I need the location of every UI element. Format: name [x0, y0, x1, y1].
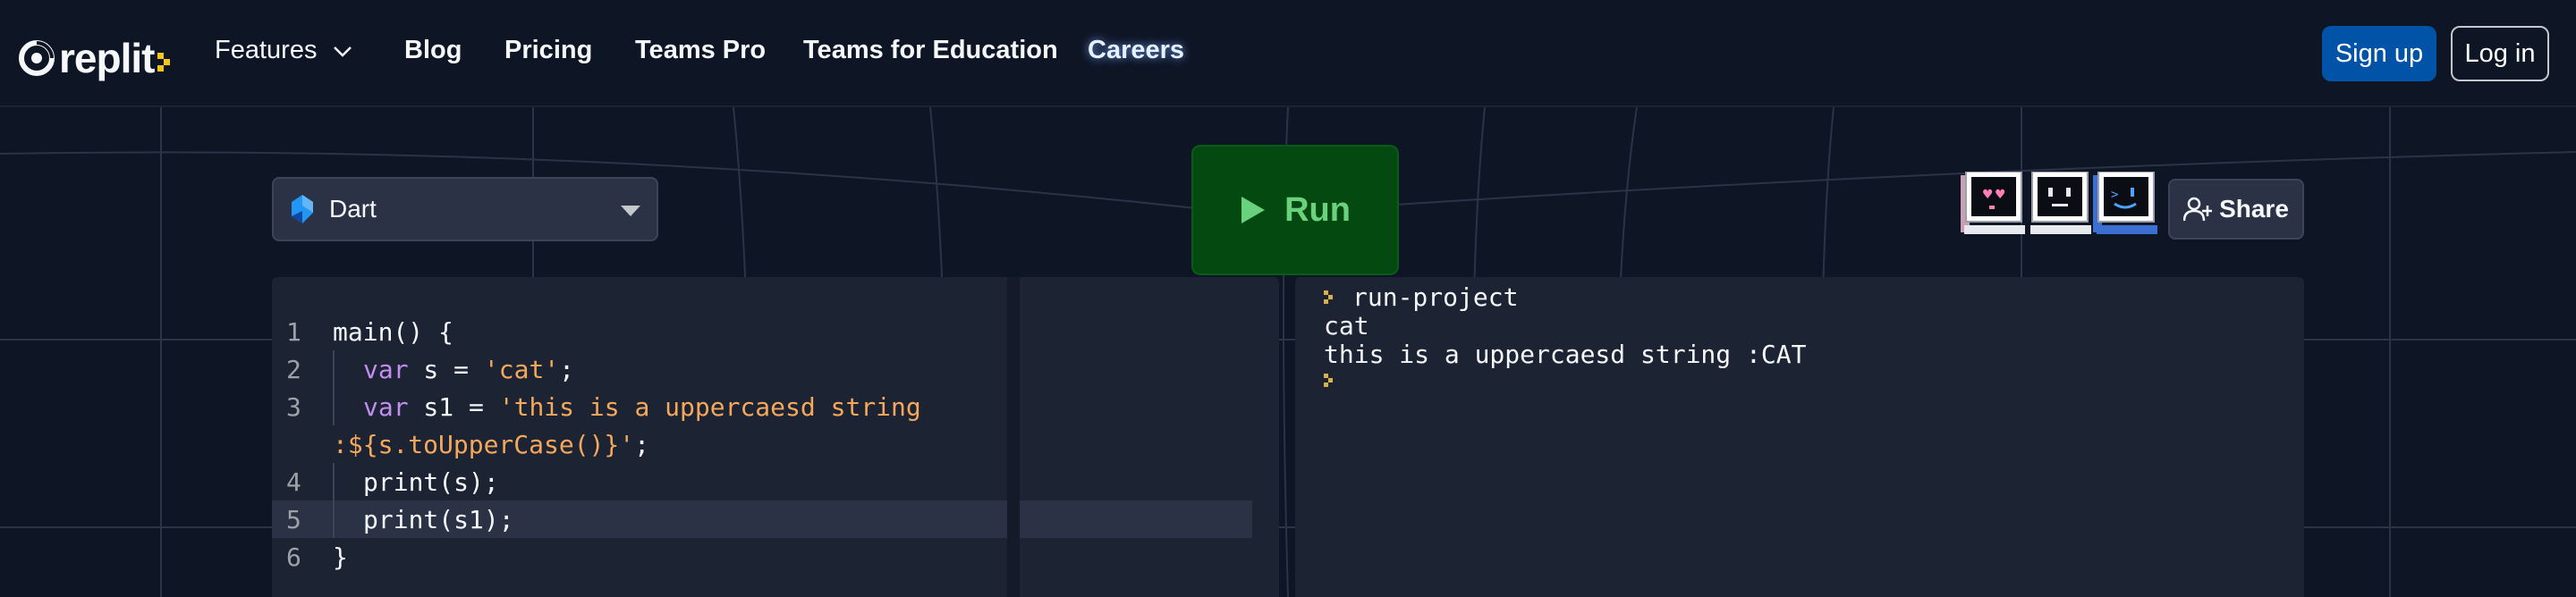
code-text: :${s.toUpperCase()}';: [333, 430, 649, 459]
keyword-token: var: [363, 391, 409, 422]
caret-down-icon: [621, 206, 640, 216]
code-text: var s1 = 'this is a uppercaesd string: [363, 392, 921, 422]
code-text: var s = 'cat';: [363, 355, 574, 384]
code-line-active: 5 print(s1);: [272, 500, 1252, 538]
share-button[interactable]: Share: [2168, 179, 2304, 240]
signup-button[interactable]: Sign up: [2322, 26, 2436, 81]
add-user-icon: [2183, 197, 2213, 222]
line-number: 2: [286, 354, 301, 384]
nav-blog[interactable]: Blog: [404, 36, 462, 65]
run-label: Run: [1284, 190, 1351, 229]
console-command-line: run-project: [1324, 282, 1518, 312]
multiplayer-avatar-heart-eyes: ♥ ♥: [1961, 172, 2025, 234]
svg-text:>: >: [2111, 188, 2118, 202]
code-line: 3 var s1 = 'this is a uppercaesd string: [272, 388, 1279, 425]
code-token: s =: [408, 354, 484, 384]
indent-guide: [333, 388, 335, 425]
code-token: s1 =: [408, 391, 499, 422]
language-select[interactable]: Dart: [272, 177, 658, 241]
brand-accent-icon: [157, 53, 171, 71]
nav-teams-pro[interactable]: Teams Pro: [635, 36, 766, 65]
code-text: print(s);: [363, 467, 499, 497]
run-button[interactable]: Run: [1191, 145, 1399, 275]
code-text: print(s1);: [363, 504, 514, 534]
nav-teams-education[interactable]: Teams for Education: [803, 36, 1058, 65]
code-line: 2 var s = 'cat';: [272, 350, 1279, 388]
code-text: main() {: [333, 316, 453, 347]
dart-icon: [292, 195, 313, 223]
nav-careers[interactable]: Careers: [1088, 36, 1184, 65]
code-editor[interactable]: 1 main() { 2 var s = 'cat'; 3 var s1 = '…: [272, 277, 1279, 597]
share-label: Share: [2219, 195, 2289, 223]
line-number: 1: [286, 316, 301, 347]
multiplayer-avatar-neutral: [2030, 172, 2091, 234]
login-button[interactable]: Log in: [2451, 26, 2549, 81]
nav-pricing[interactable]: Pricing: [504, 36, 592, 65]
string-token: 'cat': [483, 354, 560, 384]
console-output-line: this is a uppercaesd string :CAT: [1324, 340, 1807, 369]
language-label: Dart: [329, 195, 377, 223]
multiplayer-avatar-terminal: >: [2093, 172, 2157, 234]
replit-logo[interactable]: replit: [18, 34, 175, 82]
svg-text:♥: ♥: [1995, 188, 2006, 202]
prompt-chevron-icon: [1324, 374, 1333, 387]
indent-guide: [333, 350, 335, 388]
brand-name: replit: [59, 35, 155, 81]
code-token: ;: [634, 429, 650, 459]
line-number: 3: [286, 391, 301, 422]
console-command: run-project: [1352, 282, 1519, 312]
console-output[interactable]: run-project cat this is a uppercaesd str…: [1295, 277, 2304, 597]
indent-guide: [333, 500, 335, 538]
indent-guide: [333, 463, 335, 500]
keyword-token: var: [363, 354, 409, 384]
nav-features-label: Features: [215, 36, 318, 64]
svg-text:♥: ♥: [1982, 188, 1994, 202]
line-number: 5: [286, 504, 301, 534]
editor-scrollbar[interactable]: [1007, 277, 1020, 597]
code-token: ;: [559, 354, 575, 384]
console-output-line: cat: [1324, 311, 1369, 341]
play-icon: [1241, 197, 1266, 223]
nav-features[interactable]: Features: [215, 36, 352, 65]
code-line: 1 main() {: [272, 313, 1279, 350]
string-token: :${s.toUpperCase()}: [333, 429, 620, 459]
string-token: 'this is a uppercaesd string: [498, 391, 921, 422]
top-navbar: replit Features Blog Pricing Teams Pro T…: [0, 0, 2576, 107]
line-number: 4: [286, 467, 301, 497]
console-prompt: [1324, 372, 1338, 390]
code-line: 6 }: [272, 538, 1279, 576]
code-line-wrapped: :${s.toUpperCase()}';: [272, 425, 1279, 463]
code-text: }: [333, 542, 348, 572]
line-number: 6: [286, 542, 301, 572]
chevron-down-icon: [334, 46, 352, 57]
prompt-chevron-icon: [1324, 290, 1333, 304]
replit-logo-icon: [19, 40, 55, 76]
string-token: ': [619, 429, 635, 459]
code-line: 4 print(s);: [272, 463, 1279, 500]
